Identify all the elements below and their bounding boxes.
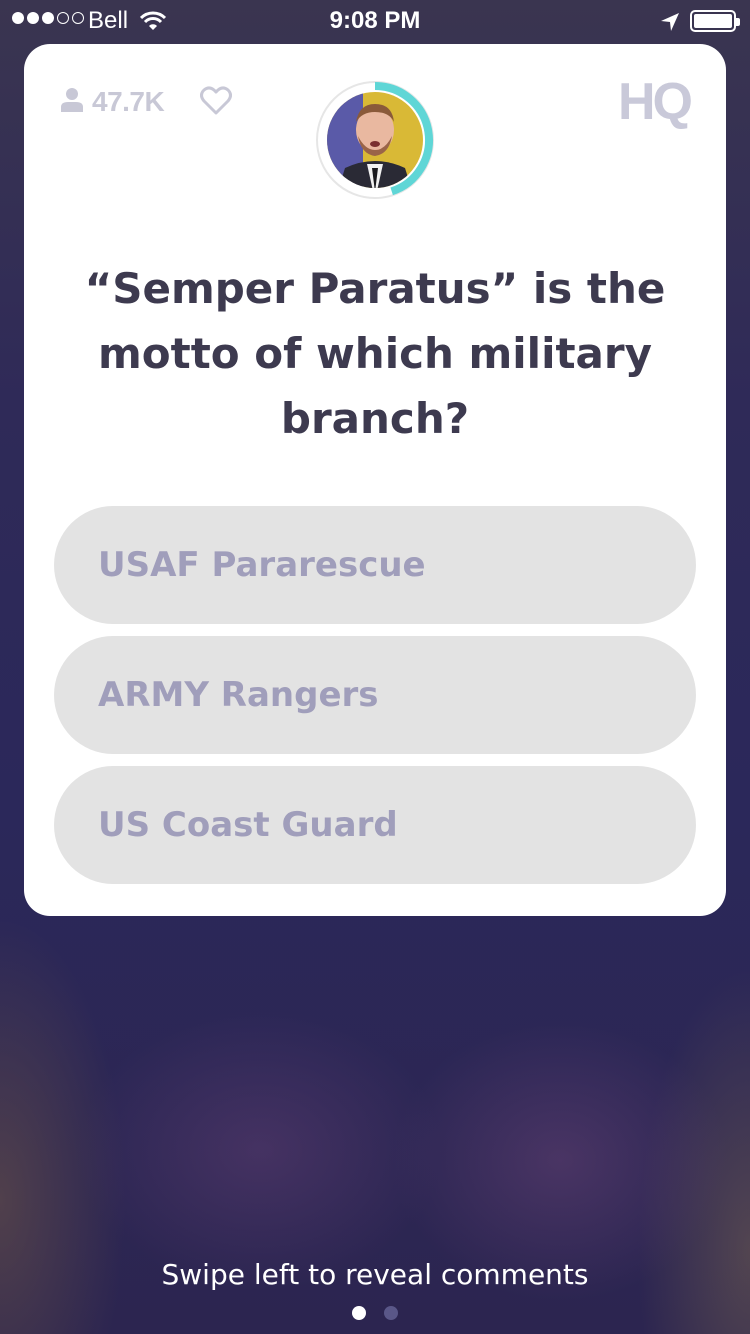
answer-label: US Coast Guard [98, 805, 398, 845]
question-card: 47.7K “Semper Paratus” is the motto of w… [24, 44, 726, 916]
status-time: 9:08 PM [329, 7, 421, 34]
answer-label: USAF Pararescue [98, 545, 426, 585]
host-avatar [316, 81, 434, 199]
question-text: “Semper Paratus” is the motto of which m… [84, 264, 666, 443]
hq-logo: HQ [618, 73, 693, 131]
host-timer-avatar [315, 80, 435, 200]
heart-icon[interactable] [200, 86, 232, 120]
answer-label: ARMY Rangers [98, 675, 379, 715]
status-bar: Bell 9:08 PM [0, 0, 750, 40]
answer-option-1[interactable]: USAF Pararescue [54, 506, 696, 624]
viewer-count-text: 47.7K [92, 86, 165, 117]
swipe-hint: Swipe left to reveal comments [161, 1258, 589, 1291]
page-dot-1 [352, 1306, 366, 1320]
page-dot-2 [384, 1306, 398, 1320]
answer-option-2[interactable]: ARMY Rangers [54, 636, 696, 754]
viewer-count: 47.7K [60, 86, 165, 118]
person-icon [60, 87, 84, 117]
answer-list: USAF Pararescue ARMY Rangers US Coast Gu… [54, 506, 696, 896]
location-arrow-icon [660, 10, 680, 38]
battery-icon [690, 10, 740, 32]
answer-option-3[interactable]: US Coast Guard [54, 766, 696, 884]
page-indicator[interactable] [352, 1306, 398, 1320]
